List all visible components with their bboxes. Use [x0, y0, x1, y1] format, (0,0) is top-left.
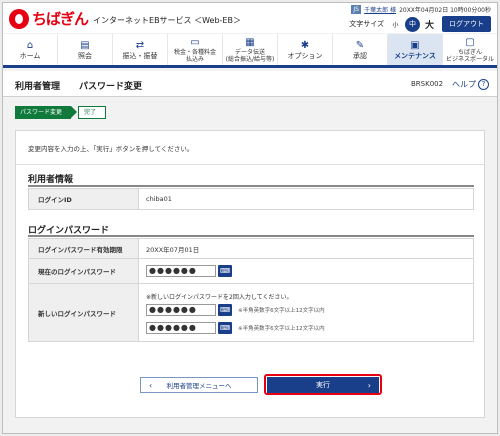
- title-bar: 利用者管理 パスワード変更 BRSK002 ヘルプ ?: [3, 71, 497, 97]
- bank-logo-mark: [9, 8, 29, 29]
- maintenance-icon: ▣: [410, 40, 420, 51]
- brand-name: ちばぎん: [32, 10, 89, 28]
- user-icon: JS: [351, 5, 362, 14]
- tax-payment-icon: ▭: [190, 37, 200, 48]
- help-icon: ?: [478, 79, 489, 90]
- software-keyboard-icon[interactable]: ⌨: [218, 321, 232, 334]
- section-underline: [28, 235, 474, 237]
- execute-button-label: 実行: [316, 381, 330, 389]
- back-to-user-menu-button[interactable]: ‹ 利用者管理メニューへ: [140, 377, 258, 393]
- nav-item-maintenance[interactable]: ▣ メンテナンス: [388, 34, 443, 65]
- table-row: ログインID chiba01: [28, 188, 474, 210]
- font-size-controls: 文字サイズ 小 中 大 ログアウト: [349, 16, 491, 32]
- expiry-label: ログインパスワード有効期限: [28, 238, 139, 259]
- home-icon: ⌂: [26, 40, 34, 51]
- nav-item-approval[interactable]: ✎ 承認: [333, 34, 388, 65]
- portal-icon: ▢: [465, 37, 475, 48]
- content-panel: 変更内容を入力の上、「実行」ボタンを押してください。 利用者情報 ログインID …: [15, 130, 485, 418]
- nav-item-option[interactable]: ✱ オプション: [278, 34, 333, 65]
- section-underline: [28, 185, 474, 187]
- nav-item-tax-payment[interactable]: ▭ 税金・各種料金 払込み: [168, 34, 223, 65]
- nav-item-data-transfer[interactable]: ▦ データ伝送 (総合振込/給与等): [223, 34, 278, 65]
- nav-item-home[interactable]: ⌂ ホーム: [3, 34, 58, 65]
- nav-item-transfer[interactable]: ⇄ 振込・振替: [113, 34, 168, 65]
- inquiry-icon: ▤: [80, 40, 90, 51]
- back-button-label: 利用者管理メニューへ: [166, 382, 232, 390]
- data-transfer-icon: ▦: [245, 37, 255, 48]
- new-password-label: 新しいログインパスワード: [28, 283, 139, 342]
- login-id-label: ログインID: [28, 188, 139, 210]
- table-row: 新しいログインパスワード ※新しいログインパスワードを2回入力してください。 ●…: [28, 283, 474, 342]
- approval-icon: ✎: [355, 40, 365, 51]
- current-password-input[interactable]: ●●●●●●: [146, 265, 216, 277]
- software-keyboard-icon[interactable]: ⌨: [218, 303, 232, 316]
- font-size-small-button[interactable]: 小: [388, 17, 403, 32]
- nav-item-inquiry[interactable]: ▤ 照会: [58, 34, 113, 65]
- help-label: ヘルプ: [452, 80, 476, 89]
- chevron-right-icon: ›: [367, 380, 371, 390]
- nav-item-portal[interactable]: ▢ ちばぎん ビジネスポータル: [443, 34, 497, 65]
- font-size-label: 文字サイズ: [349, 20, 384, 28]
- current-password-cell: ●●●●●● ⌨: [138, 258, 474, 284]
- execute-button[interactable]: 実行 ›: [267, 377, 379, 393]
- chevron-left-icon: ‹: [149, 380, 153, 390]
- new-password-confirm-input[interactable]: ●●●●●●: [146, 321, 216, 334]
- user-info-table: ログインID chiba01: [28, 188, 474, 210]
- help-link[interactable]: ヘルプ ?: [452, 79, 489, 90]
- bank-logo: ちばぎん インターネットEBサービス ＜Web-EB＞: [9, 8, 241, 29]
- logout-button[interactable]: ログアウト: [442, 16, 491, 32]
- header-right: JS 千葉太郎 様 20XX年04月02日 10時00分00秒 文字サイズ 小 …: [291, 5, 491, 33]
- table-row: ログインパスワード有効期限 20XX年07月01日: [28, 238, 474, 259]
- user-info-section-title: 利用者情報: [28, 175, 74, 185]
- new-password-cell: ※新しいログインパスワードを2回入力してください。 ●●●●●● ⌨ ※半角英数…: [138, 283, 474, 342]
- step-current: パスワード変更: [15, 106, 78, 119]
- instruction-text: 変更内容を入力の上、「実行」ボタンを押してください。: [28, 145, 194, 153]
- divider: [16, 164, 484, 165]
- current-password-label: 現在のログインパスワード: [28, 258, 139, 284]
- transfer-icon: ⇄: [135, 40, 145, 51]
- header: ちばぎん インターネットEBサービス ＜Web-EB＞ JS 千葉太郎 様 20…: [3, 3, 497, 33]
- page-category: 利用者管理: [15, 82, 61, 92]
- user-info: JS 千葉太郎 様 20XX年04月02日 10時00分00秒: [351, 5, 491, 14]
- page-title: パスワード変更: [79, 82, 143, 92]
- browser-frame: ちばぎん インターネットEBサービス ＜Web-EB＞ JS 千葉太郎 様 20…: [2, 2, 498, 434]
- new-password-hint: ※新しいログインパスワードを2回入力してください。: [146, 293, 293, 301]
- option-icon: ✱: [300, 40, 310, 51]
- password-table: ログインパスワード有効期限 20XX年07月01日 現在のログインパスワード ●…: [28, 238, 474, 342]
- last-login-time: 20XX年04月02日 10時00分00秒: [399, 7, 491, 14]
- new-password-note: ※半角英数字6文字以上12文字以内: [238, 307, 325, 314]
- software-keyboard-icon[interactable]: ⌨: [218, 265, 232, 277]
- table-row: 現在のログインパスワード ●●●●●● ⌨: [28, 258, 474, 284]
- screen-id: BRSK002: [411, 80, 444, 88]
- expiry-value: 20XX年07月01日: [138, 238, 474, 259]
- user-name-link[interactable]: 千葉太郎 様: [364, 5, 396, 14]
- new-password-wrap-2: ●●●●●● ⌨ ※半角英数字6文字以上12文字以内: [146, 321, 473, 334]
- login-id-value: chiba01: [138, 188, 474, 210]
- step-indicator: パスワード変更 完了: [15, 106, 107, 119]
- font-size-large-button[interactable]: 大: [422, 17, 437, 32]
- current-password-wrap: ●●●●●● ⌨: [146, 265, 473, 277]
- font-size-medium-button[interactable]: 中: [405, 16, 420, 32]
- new-password-confirm-note: ※半角英数字6文字以上12文字以内: [238, 325, 325, 332]
- new-password-wrap-1: ●●●●●● ⌨ ※半角英数字6文字以上12文字以内: [146, 303, 473, 316]
- step-next: 完了: [78, 106, 107, 119]
- new-password-input[interactable]: ●●●●●●: [146, 303, 216, 316]
- global-nav: ⌂ ホーム ▤ 照会 ⇄ 振込・振替 ▭ 税金・各種料金 払込み ▦ データ伝送…: [3, 34, 497, 68]
- service-name: インターネットEBサービス ＜Web-EB＞: [93, 16, 241, 25]
